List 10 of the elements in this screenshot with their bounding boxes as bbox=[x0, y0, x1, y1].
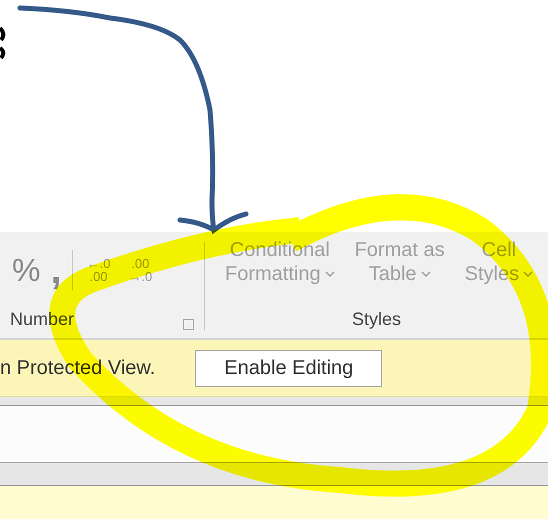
chevron-down-icon bbox=[324, 271, 335, 277]
comma-style-button[interactable]: , bbox=[50, 250, 62, 290]
enable-editing-button[interactable]: Enable Editing bbox=[195, 350, 382, 386]
chevron-down-icon bbox=[420, 271, 431, 277]
percent-style-button[interactable]: % bbox=[12, 254, 40, 286]
annotation-mark bbox=[0, 26, 6, 60]
dialog-launcher-icon[interactable] bbox=[183, 319, 194, 330]
styles-button[interactable]: Format as Table bbox=[354, 238, 445, 286]
styles-button[interactable]: Conditional Formatting bbox=[225, 238, 335, 286]
group-label: Styles bbox=[352, 309, 402, 330]
